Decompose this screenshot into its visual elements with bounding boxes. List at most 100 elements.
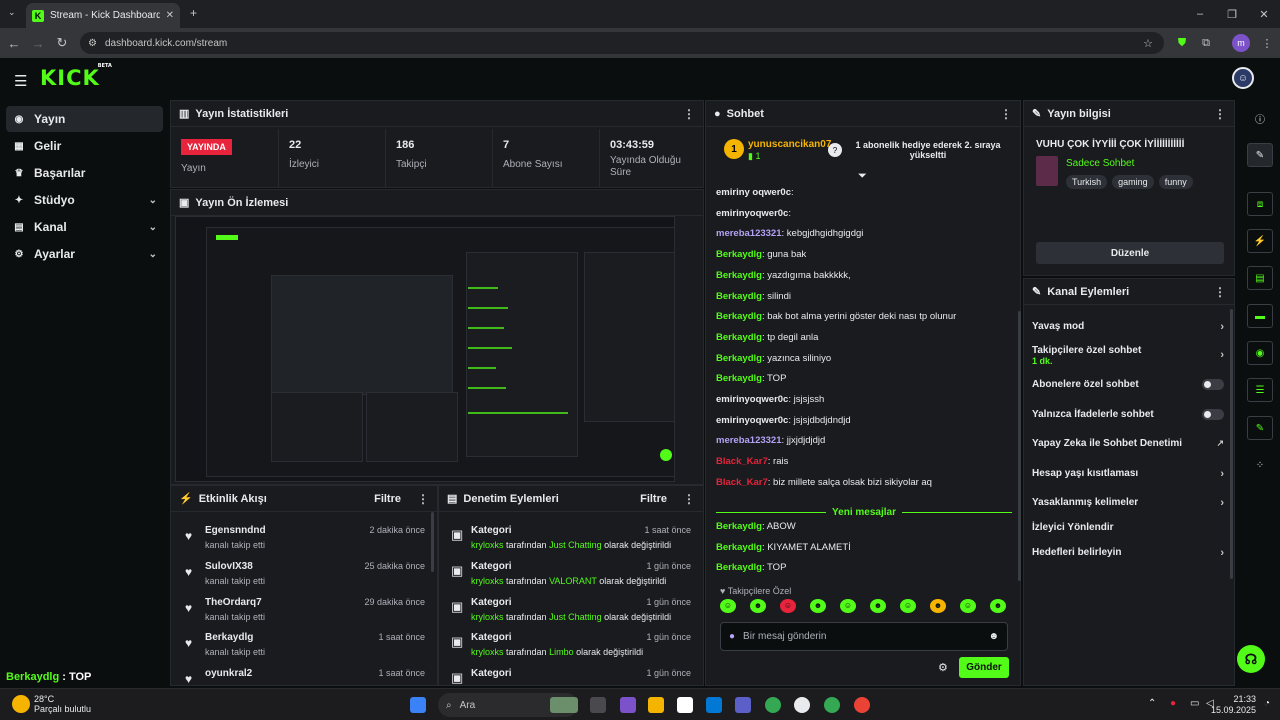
profile-icon[interactable]: m xyxy=(1232,34,1250,52)
chat-settings-gear-icon[interactable]: ⚙ xyxy=(938,661,948,674)
support-chat-icon[interactable]: ☊ xyxy=(1237,645,1265,673)
teams-icon[interactable] xyxy=(735,697,751,713)
more-options-icon[interactable]: ⋮ xyxy=(683,107,695,121)
chat-username[interactable]: Black_Kar7 xyxy=(716,456,768,467)
browser-menu-icon[interactable]: ⋮ xyxy=(1258,34,1276,52)
action-slow-mode[interactable]: Yavaş mod › xyxy=(1032,321,1228,333)
kick-logo[interactable]: KICKBETA xyxy=(40,63,114,90)
list-icon[interactable]: ☰ xyxy=(1247,378,1273,402)
actions-scrollbar[interactable] xyxy=(1230,309,1233,579)
new-tab-icon[interactable]: + xyxy=(190,7,197,19)
chat-scrollbar[interactable] xyxy=(1018,311,1021,581)
chat-username[interactable]: Berkaydlg xyxy=(716,353,762,364)
copilot-icon[interactable] xyxy=(620,697,636,713)
chat-username[interactable]: emirinyoqwer0c xyxy=(716,415,788,426)
chat-username[interactable]: emiriny oqwer0c xyxy=(716,187,791,198)
widgets-icon[interactable]: ⁘ xyxy=(1247,453,1273,477)
sidebar-item-yayin[interactable]: ◉ Yayın xyxy=(6,106,163,132)
scrollbar[interactable] xyxy=(431,512,434,572)
hamburger-menu-icon[interactable]: ☰ xyxy=(14,72,27,90)
chat-username[interactable]: emirinyoqwer0c xyxy=(716,394,788,405)
send-button[interactable]: Gönder xyxy=(959,657,1009,678)
chat-username[interactable]: Berkaydlg xyxy=(716,291,762,302)
chat-username[interactable]: Berkaydlg xyxy=(716,332,762,343)
reload-icon[interactable]: ↻ xyxy=(50,35,74,51)
emote-icon[interactable]: ☻ xyxy=(810,599,826,613)
chat-username[interactable]: Black_Kar7 xyxy=(716,477,768,488)
back-icon[interactable]: ← xyxy=(2,36,26,51)
activity-user[interactable]: oyunkral2 xyxy=(205,668,252,679)
filter-button[interactable]: Filtre xyxy=(374,493,401,505)
more-options-icon[interactable]: ⋮ xyxy=(1214,107,1226,121)
chat-username[interactable]: emirinyoqwer0c xyxy=(716,208,788,219)
chat-username[interactable]: Berkaydlg xyxy=(716,562,762,573)
toggle-switch[interactable] xyxy=(1202,409,1224,420)
windows-start-icon[interactable] xyxy=(410,697,426,713)
url-field[interactable]: ⚙ dashboard.kick.com/stream xyxy=(80,32,1164,54)
document-icon[interactable]: ▤ xyxy=(1247,266,1273,290)
clock[interactable]: 21:33 15.09.2025 xyxy=(1211,694,1256,716)
emote-icon[interactable]: ☺ xyxy=(900,599,916,613)
emote-icon[interactable]: ☺ xyxy=(720,599,736,613)
chat-username[interactable]: Berkaydlg xyxy=(716,249,762,260)
weather-icon[interactable] xyxy=(12,695,30,713)
chat-username[interactable]: mereba123321 xyxy=(716,228,782,239)
stream-preview-video[interactable] xyxy=(175,216,675,482)
chrome-icon[interactable] xyxy=(765,697,781,713)
more-options-icon[interactable]: ⋮ xyxy=(1214,285,1226,299)
activity-user[interactable]: Berkaydlg xyxy=(205,632,253,643)
maximize-icon[interactable]: ❐ xyxy=(1216,0,1248,28)
chrome-active-icon[interactable] xyxy=(854,697,870,713)
action-ai-moderation[interactable]: Yapay Zeka ile Sohbet Denetimi ↗ xyxy=(1032,438,1228,449)
edit-button[interactable]: Düzenle xyxy=(1036,242,1224,264)
close-tab-icon[interactable]: ✕ xyxy=(166,10,174,21)
info-icon[interactable]: ⓘ xyxy=(1247,106,1273,130)
filter-button[interactable]: Filtre xyxy=(640,493,667,505)
task-view-icon[interactable] xyxy=(590,697,606,713)
emote-icon[interactable]: ☻ xyxy=(930,599,946,613)
close-window-icon[interactable]: ✕ xyxy=(1248,0,1280,28)
tag-chip[interactable]: gaming xyxy=(1112,175,1154,189)
collapse-chevron-icon[interactable]: ⏷ xyxy=(858,170,867,183)
chat-username[interactable]: Berkaydlg xyxy=(716,521,762,532)
activity-user[interactable]: TheOrdarq7 xyxy=(205,597,262,608)
broadcast-icon[interactable]: ◉ xyxy=(1247,341,1273,365)
emote-icon[interactable]: ☺ xyxy=(840,599,856,613)
chat-username[interactable]: Berkaydlg xyxy=(716,270,762,281)
pinned-gift-banner[interactable]: 1 yunuscancikan07 ▮ 1 ? 1 abonelik hediy… xyxy=(716,135,1012,169)
extension-shield-icon[interactable]: ⛊ xyxy=(1173,34,1191,52)
sidebar-item-kanal[interactable]: ▤ Kanal ⌄ xyxy=(6,214,163,240)
sidebar-item-gelir[interactable]: ▦ Gelir xyxy=(6,133,163,159)
chat-username[interactable]: Berkaydlg xyxy=(716,311,762,322)
chrome-profile-icon[interactable] xyxy=(824,697,840,713)
weather-widget[interactable]: 28°C Parçalı bulutlu xyxy=(34,694,91,714)
action-banned-words[interactable]: Yasaklanmış kelimeler › xyxy=(1032,497,1228,509)
network-icon[interactable]: ▭ xyxy=(1190,698,1199,709)
notifications-icon[interactable]: ◔ xyxy=(1264,698,1270,709)
sidebar-item-studyo[interactable]: ✦ Stüdyo ⌄ xyxy=(6,187,163,213)
info-icon[interactable]: ? xyxy=(828,143,842,157)
user-avatar[interactable]: ☺ xyxy=(1232,67,1254,89)
file-explorer-icon[interactable] xyxy=(648,697,664,713)
action-host[interactable]: İzleyici Yönlendir xyxy=(1032,522,1228,533)
toggle-switch[interactable] xyxy=(1202,379,1224,390)
more-options-icon[interactable]: ⋮ xyxy=(417,492,429,506)
tab-search-icon[interactable]: ⌄ xyxy=(8,8,16,17)
outlook-icon[interactable] xyxy=(706,697,722,713)
chat-message-input[interactable]: ● Bir mesaj gönderin ☻ xyxy=(720,622,1008,651)
tray-chevron-icon[interactable]: ⌃ xyxy=(1148,698,1156,709)
edit-icon[interactable]: ✎ xyxy=(1247,143,1273,167)
store-icon[interactable] xyxy=(677,697,693,713)
emoji-icon[interactable]: ☻ xyxy=(988,631,999,642)
action-account-age[interactable]: Hesap yaşı kısıtlaması › xyxy=(1032,468,1228,480)
forward-icon[interactable]: → xyxy=(26,36,50,51)
activity-user[interactable]: SulovIX38 xyxy=(205,561,253,572)
action-subscriber-chat[interactable]: Abonelere özel sohbet xyxy=(1032,379,1228,390)
sidebar-item-basarilar[interactable]: ♛ Başarılar xyxy=(6,160,163,186)
more-options-icon[interactable]: ⋮ xyxy=(1000,107,1012,121)
tag-chip[interactable]: Turkish xyxy=(1066,175,1108,189)
microphone-tray-icon[interactable]: ● xyxy=(1170,698,1176,709)
site-info-icon[interactable]: ⚙ xyxy=(88,38,97,49)
stream-category[interactable]: Sadece Sohbet xyxy=(1066,158,1134,169)
chat-username[interactable]: Berkaydlg xyxy=(716,373,762,384)
